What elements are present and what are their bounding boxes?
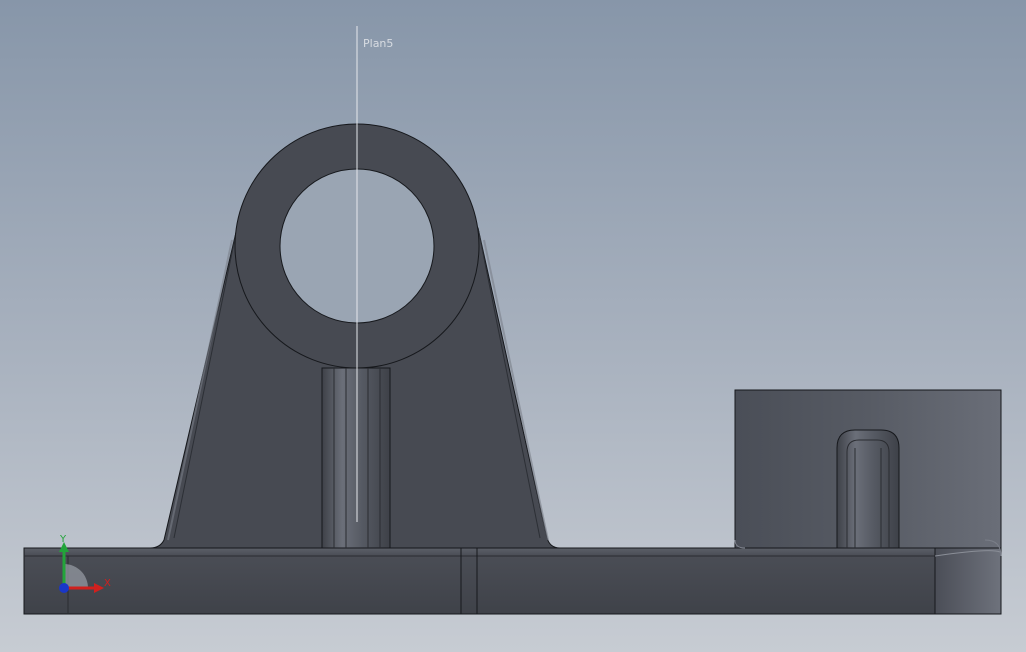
reference-plane-label: Plan5 (363, 37, 393, 50)
z-axis-dot-icon (59, 583, 69, 593)
x-axis-label: X (104, 578, 111, 589)
y-axis-label: Y (59, 534, 67, 545)
center-rib[interactable] (321, 367, 391, 549)
block-slot[interactable] (836, 429, 900, 549)
graphics-viewport[interactable]: Plan5 Y X (0, 0, 1026, 652)
model-view[interactable]: Plan5 Y X (0, 0, 1026, 652)
base-plate[interactable] (23, 547, 1002, 615)
right-block[interactable] (734, 389, 1002, 557)
